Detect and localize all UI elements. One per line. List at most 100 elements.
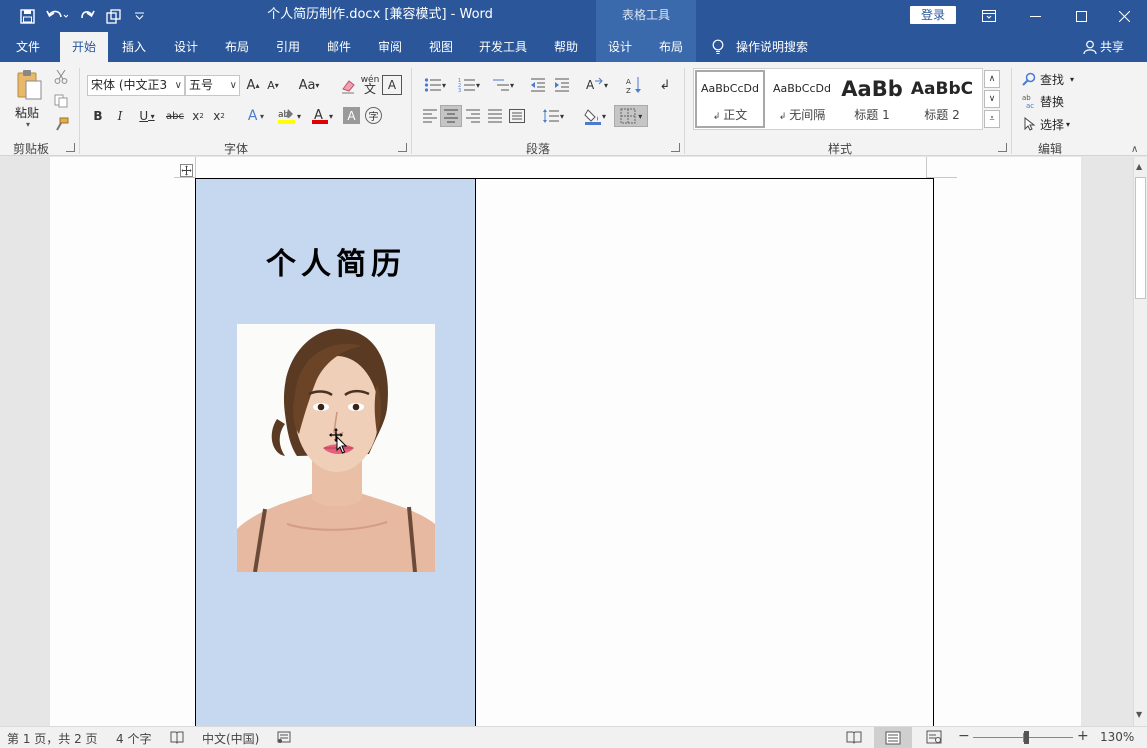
chinese-layout-icon[interactable]: A ▾ bbox=[582, 75, 612, 95]
underline-icon[interactable]: U ▾ bbox=[134, 106, 160, 126]
tab-home[interactable]: 开始 bbox=[60, 32, 108, 62]
proofing-icon[interactable] bbox=[170, 730, 184, 747]
subscript-icon[interactable]: x2 bbox=[190, 106, 206, 126]
decrease-indent-icon[interactable] bbox=[528, 75, 548, 95]
tab-view[interactable]: 视图 bbox=[419, 32, 463, 62]
justify-icon[interactable] bbox=[485, 106, 505, 126]
numbering-icon[interactable]: 1 2 3 ▾ bbox=[454, 75, 484, 95]
font-color-icon[interactable]: A ▾ bbox=[308, 106, 336, 126]
ribbon-display-options-icon[interactable] bbox=[966, 0, 1012, 32]
italic-icon[interactable]: I bbox=[112, 106, 128, 126]
styles-launcher-icon[interactable] bbox=[998, 143, 1007, 152]
styles-scroll-up-icon[interactable]: ∧ bbox=[984, 70, 1000, 88]
highlight-color-icon[interactable]: ab ▾ bbox=[274, 106, 304, 126]
macro-recording-icon[interactable] bbox=[277, 730, 291, 747]
increase-indent-icon[interactable] bbox=[552, 75, 572, 95]
paste-icon[interactable] bbox=[12, 68, 46, 102]
undo-icon[interactable] bbox=[40, 3, 74, 29]
font-size-combo[interactable]: 五号 ∨ bbox=[185, 75, 240, 96]
select-button[interactable]: 选择 ▾ bbox=[1024, 115, 1070, 133]
replace-button[interactable]: ab ac 替换 bbox=[1022, 92, 1064, 110]
tab-insert[interactable]: 插入 bbox=[112, 32, 156, 62]
tab-developer[interactable]: 开发工具 bbox=[472, 32, 534, 62]
style-heading-1[interactable]: AaBb 标题 1 bbox=[839, 72, 905, 128]
borders-icon[interactable]: ▾ bbox=[614, 105, 648, 127]
login-button[interactable]: 登录 bbox=[910, 6, 956, 24]
clear-formatting-icon[interactable] bbox=[338, 75, 358, 96]
customize-qat-icon[interactable] bbox=[126, 3, 152, 29]
text-effects-icon[interactable]: A ▾ bbox=[242, 106, 270, 126]
clipboard-launcher-icon[interactable] bbox=[66, 143, 75, 152]
show-hide-marks-icon[interactable]: ↲ bbox=[655, 75, 675, 95]
font-name-combo[interactable]: 宋体 (中文正3 ∨ bbox=[87, 75, 185, 96]
phonetic-guide-icon[interactable]: wén 文 bbox=[360, 74, 380, 96]
tab-file[interactable]: 文件 bbox=[4, 32, 52, 62]
bold-icon[interactable]: B bbox=[90, 106, 106, 126]
line-spacing-icon[interactable]: ▾ bbox=[538, 106, 568, 126]
styles-scroll-down-icon[interactable]: ∨ bbox=[984, 90, 1000, 108]
align-left-icon[interactable] bbox=[420, 106, 440, 126]
collapse-ribbon-icon[interactable]: ∧ bbox=[1131, 144, 1138, 155]
zoom-level[interactable]: 130% bbox=[1100, 730, 1134, 744]
web-layout-icon[interactable] bbox=[926, 730, 942, 747]
bullets-icon[interactable]: ▾ bbox=[420, 75, 450, 95]
style-no-spacing[interactable]: AaBbCcDd ↲ 无间隔 bbox=[767, 72, 837, 128]
zoom-slider-thumb[interactable] bbox=[1024, 731, 1029, 744]
align-center-icon[interactable] bbox=[440, 105, 462, 127]
print-layout-button[interactable] bbox=[874, 727, 912, 748]
strikethrough-icon[interactable]: abc bbox=[164, 106, 186, 126]
left-table-cell[interactable]: 个人简历 bbox=[196, 179, 476, 726]
page-count[interactable]: 第 1 页，共 2 页 bbox=[7, 730, 98, 747]
read-mode-icon[interactable] bbox=[846, 730, 862, 747]
redo-icon[interactable] bbox=[74, 3, 100, 29]
zoom-in-icon[interactable]: + bbox=[1077, 728, 1089, 744]
tab-table-layout[interactable]: 布局 bbox=[649, 32, 693, 62]
tab-layout[interactable]: 布局 bbox=[215, 32, 259, 62]
save-icon[interactable] bbox=[14, 3, 40, 29]
character-shading-icon[interactable]: A bbox=[343, 107, 360, 124]
language-indicator[interactable]: 中文(中国) bbox=[202, 730, 259, 747]
maximize-button[interactable] bbox=[1058, 0, 1104, 32]
font-launcher-icon[interactable] bbox=[398, 143, 407, 152]
style-heading-2[interactable]: AaBbC 标题 2 bbox=[909, 72, 975, 128]
shading-icon[interactable]: ▾ bbox=[580, 106, 610, 126]
sort-icon[interactable]: AZ bbox=[624, 75, 644, 95]
touch-mode-icon[interactable] bbox=[100, 3, 126, 29]
tab-table-design[interactable]: 设计 bbox=[598, 32, 642, 62]
grow-font-icon[interactable]: A ▴ bbox=[244, 75, 262, 96]
tab-references[interactable]: 引用 bbox=[266, 32, 310, 62]
tab-design[interactable]: 设计 bbox=[164, 32, 208, 62]
zoom-out-icon[interactable]: − bbox=[958, 728, 970, 744]
paste-label[interactable]: 粘贴 bbox=[15, 104, 39, 121]
scroll-down-icon[interactable]: ▼ bbox=[1136, 710, 1142, 719]
scroll-up-icon[interactable]: ▲ bbox=[1136, 162, 1142, 171]
tab-help[interactable]: 帮助 bbox=[544, 32, 588, 62]
enclose-characters-icon[interactable]: A bbox=[382, 75, 402, 95]
style-normal[interactable]: AaBbCcDd ↲ 正文 bbox=[695, 70, 765, 128]
align-right-icon[interactable] bbox=[463, 106, 483, 126]
vertical-scrollbar[interactable]: ▲ ▼ bbox=[1133, 157, 1147, 726]
find-button[interactable]: 查找 ▾ bbox=[1022, 70, 1074, 88]
table-move-handle-icon[interactable] bbox=[180, 164, 193, 177]
close-button[interactable] bbox=[1101, 0, 1147, 32]
minimize-button[interactable] bbox=[1012, 0, 1058, 32]
portrait-photo[interactable] bbox=[237, 324, 435, 572]
paragraph-launcher-icon[interactable] bbox=[671, 143, 680, 152]
superscript-icon[interactable]: x2 bbox=[211, 106, 227, 126]
format-painter-icon[interactable] bbox=[52, 115, 70, 133]
paste-dropdown-icon[interactable]: ▾ bbox=[26, 120, 30, 129]
distributed-icon[interactable] bbox=[507, 106, 527, 126]
scrollbar-thumb[interactable] bbox=[1135, 177, 1146, 299]
word-count[interactable]: 4 个字 bbox=[116, 730, 151, 747]
copy-icon[interactable] bbox=[52, 92, 70, 110]
shrink-font-icon[interactable]: A ▾ bbox=[264, 75, 282, 96]
cut-icon[interactable] bbox=[52, 68, 70, 86]
share-button[interactable]: 共享 bbox=[1100, 32, 1130, 62]
tab-review[interactable]: 审阅 bbox=[368, 32, 412, 62]
tell-me-search[interactable]: 操作说明搜索 bbox=[736, 32, 816, 62]
enclose-character-icon[interactable]: 字 bbox=[365, 107, 382, 124]
multilevel-list-icon[interactable]: ▾ bbox=[488, 75, 518, 95]
styles-more-icon[interactable]: ⩡ bbox=[984, 110, 1000, 128]
tab-mailings[interactable]: 邮件 bbox=[317, 32, 361, 62]
change-case-icon[interactable]: Aa ▾ bbox=[294, 75, 324, 96]
